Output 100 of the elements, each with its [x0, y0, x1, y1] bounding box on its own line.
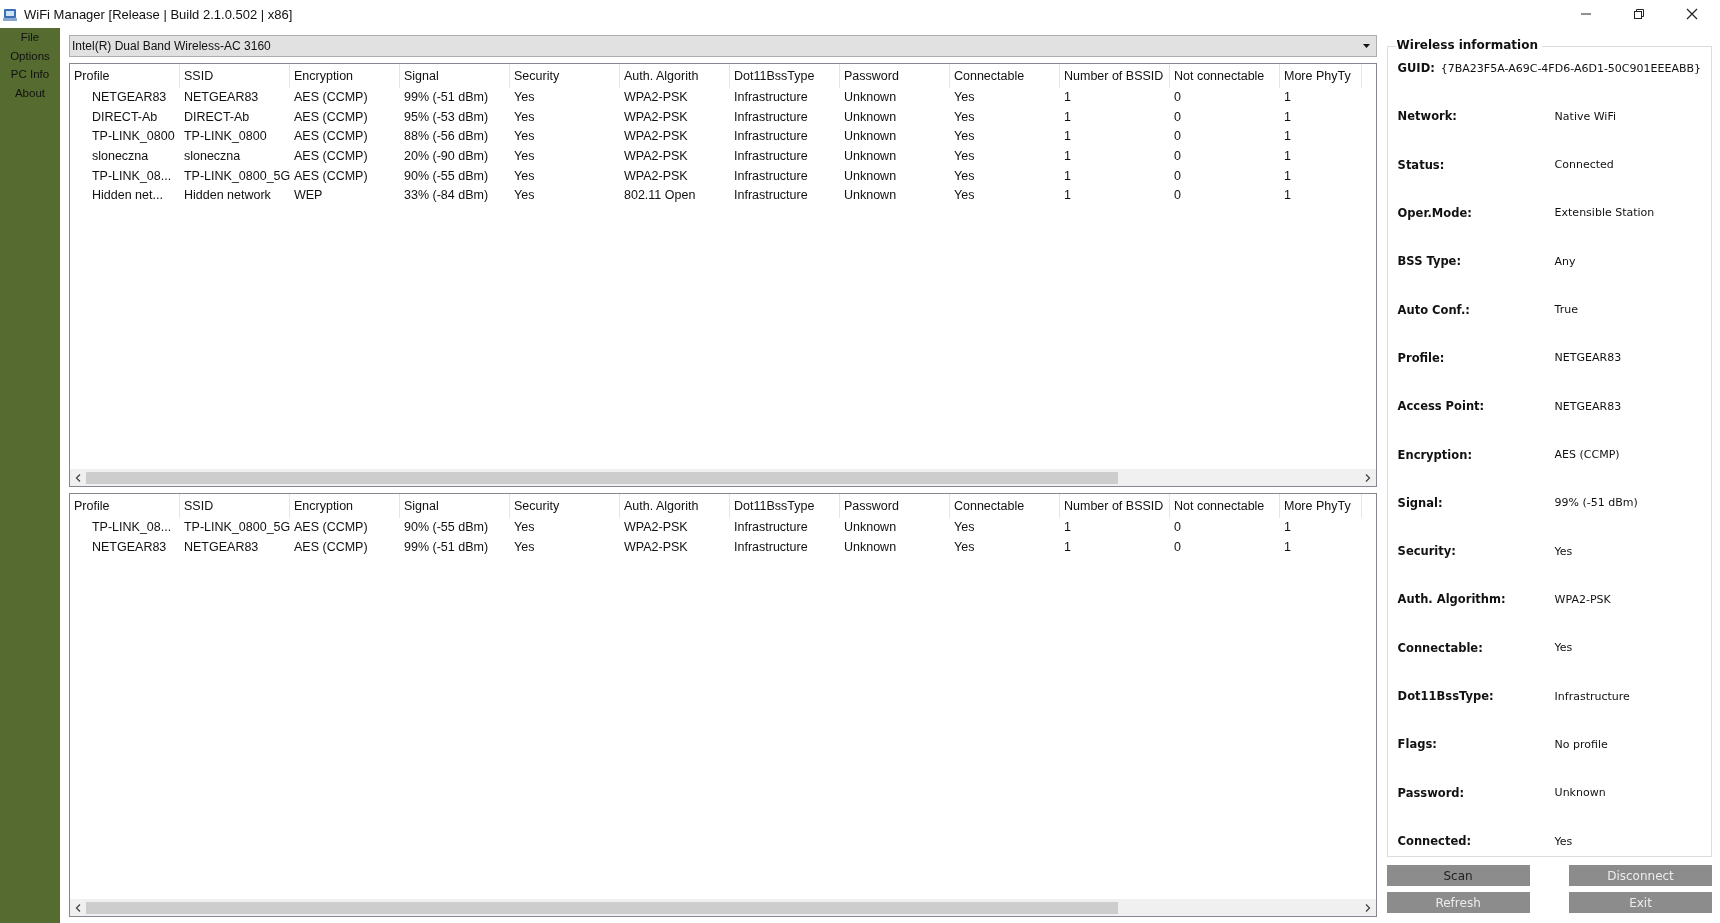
table-cell-text: 95% (-53 dBm) — [403, 108, 490, 126]
column-header[interactable]: Security — [510, 64, 620, 88]
column-header[interactable]: Dot11BssType — [730, 64, 840, 88]
field-value: Extensible Station — [1554, 206, 1655, 220]
table-cell-text: AES (CCMP) — [293, 108, 369, 126]
column-header[interactable]: Not connectable — [1170, 64, 1280, 88]
table-cell-text: 90% (-55 dBm) — [403, 519, 490, 536]
column-header[interactable]: Dot11BssType — [730, 494, 840, 518]
table-cell-text: WPA2-PSK — [623, 128, 689, 146]
table-cell-text: WPA2-PSK — [623, 108, 689, 126]
table-cell-text: Yes — [953, 89, 976, 106]
table-cell-text: WPA2-PSK — [623, 89, 689, 106]
scroll-left-icon[interactable] — [75, 473, 81, 482]
table-cell-text: 90% (-55 dBm) — [403, 167, 490, 185]
table-cell-text: TP-LINK_0800 — [91, 128, 176, 146]
field-value: {7BA23F5A-A69C-4FD6-A6D1-50C901EEEABB} — [1440, 61, 1701, 75]
scrollbar-thumb[interactable] — [86, 901, 1118, 914]
table-cell-text: Unknown — [843, 148, 898, 166]
table-cell-text: 1 — [1283, 89, 1292, 106]
column-header[interactable]: Not connectable — [1170, 494, 1280, 518]
field-label: Password: — [1397, 785, 1466, 800]
column-header[interactable]: Connectable — [950, 494, 1060, 518]
field-value: No profile — [1554, 737, 1608, 751]
table-cell-text: Infrastructure — [733, 128, 809, 146]
table-cell-text: 0 — [1173, 167, 1182, 185]
table-cell-text: 1 — [1063, 89, 1072, 106]
table-cell-text: Hidden network — [183, 187, 272, 205]
column-header[interactable]: Password — [840, 494, 950, 518]
horizontal-scrollbar[interactable] — [70, 469, 1376, 486]
scroll-right-icon[interactable] — [1364, 903, 1371, 912]
column-header[interactable]: Number of BSSID — [1060, 64, 1170, 88]
scroll-left-icon[interactable] — [75, 903, 81, 912]
table-cell-text: Yes — [513, 167, 536, 185]
field-label: Dot11BssType: — [1397, 689, 1495, 704]
field-value: NETGEAR83 — [1554, 399, 1622, 413]
column-header[interactable]: Encryption — [290, 494, 400, 518]
table-cell-text: 0 — [1173, 108, 1182, 126]
field-value: Any — [1554, 254, 1576, 268]
column-header[interactable]: Encryption — [290, 64, 400, 88]
action-button[interactable]: Scan — [1386, 865, 1530, 886]
table-cell-text: AES (CCMP) — [293, 167, 369, 185]
close-icon[interactable] — [1686, 8, 1698, 20]
column-header[interactable]: Signal — [400, 64, 510, 88]
scroll-right-icon[interactable] — [1364, 473, 1371, 482]
table-cell-text: Unknown — [843, 108, 898, 126]
field-value: Infrastructure — [1554, 689, 1630, 703]
table-cell-text: 1 — [1283, 128, 1292, 146]
column-header[interactable]: Profile — [70, 64, 180, 88]
table-cell-text: 0 — [1173, 187, 1182, 205]
column-header[interactable]: Number of BSSID — [1060, 494, 1170, 518]
table-cell-text: Yes — [953, 538, 976, 556]
adapter-dropdown[interactable]: Intel(R) Dual Band Wireless-AC 3160 — [69, 35, 1377, 57]
field-label: Signal: — [1397, 495, 1444, 510]
field-label: Connected: — [1397, 834, 1473, 848]
table-cell-text: Hidden net... — [91, 187, 164, 205]
table-cell-text: 0 — [1173, 519, 1182, 536]
panel-title: Wireless information — [1395, 38, 1542, 52]
table-cell-text: TP-LINK_0800 — [183, 128, 268, 146]
table-cell-text: 1 — [1283, 148, 1292, 166]
field-value: True — [1554, 303, 1578, 317]
field-label: Auth. Algorithm: — [1397, 592, 1507, 607]
table-cell-text: 1 — [1063, 167, 1072, 185]
table-cell-text: Yes — [513, 148, 536, 166]
column-header[interactable]: Connectable — [950, 64, 1060, 88]
table-cell-text: sloneczna — [183, 148, 242, 166]
table-cell-text: TP-LINK_08... — [91, 167, 173, 185]
column-header[interactable]: More PhyTy — [1280, 494, 1362, 518]
table-cell-text: Yes — [513, 187, 536, 205]
column-header[interactable]: Auth. Algorith — [620, 494, 730, 518]
table-cell-text: Infrastructure — [733, 187, 809, 205]
field-label: Network: — [1397, 109, 1458, 124]
table-cell-text: DIRECT-Ab — [91, 108, 159, 126]
table-cell-text: TP-LINK_0800_5G — [183, 519, 290, 536]
field-value: Native WiFi — [1554, 109, 1616, 123]
column-header[interactable]: SSID — [180, 494, 290, 518]
column-header[interactable]: SSID — [180, 64, 290, 88]
column-header[interactable]: More PhyTy — [1280, 64, 1362, 88]
table-cell-text: 1 — [1063, 538, 1072, 556]
table-cell-text: 0 — [1173, 538, 1182, 556]
table-cell-text: 1 — [1063, 148, 1072, 166]
app-icon — [2, 6, 18, 22]
column-header[interactable]: Profile — [70, 494, 180, 518]
field-value: 99% (-51 dBm) — [1554, 496, 1638, 510]
scrollbar-thumb[interactable] — [86, 471, 1118, 484]
table-cell-text: 20% (-90 dBm) — [403, 148, 490, 166]
column-header[interactable]: Password — [840, 64, 950, 88]
table-cell-text: Yes — [953, 167, 976, 185]
field-value: Yes — [1554, 834, 1573, 848]
column-header[interactable]: Signal — [400, 494, 510, 518]
column-header[interactable]: Auth. Algorith — [620, 64, 730, 88]
table-cell-text: 0 — [1173, 148, 1182, 166]
table-cell-text: Infrastructure — [733, 89, 809, 106]
table-cell-text: Yes — [953, 108, 976, 126]
field-value: WPA2-PSK — [1554, 592, 1611, 606]
column-header[interactable]: Security — [510, 494, 620, 518]
field-label: GUID: — [1397, 61, 1435, 75]
horizontal-scrollbar[interactable] — [70, 899, 1376, 916]
table-cell-text: WPA2-PSK — [623, 167, 689, 185]
restore-icon[interactable] — [1633, 8, 1645, 20]
field-label: Auto Conf.: — [1397, 302, 1471, 317]
